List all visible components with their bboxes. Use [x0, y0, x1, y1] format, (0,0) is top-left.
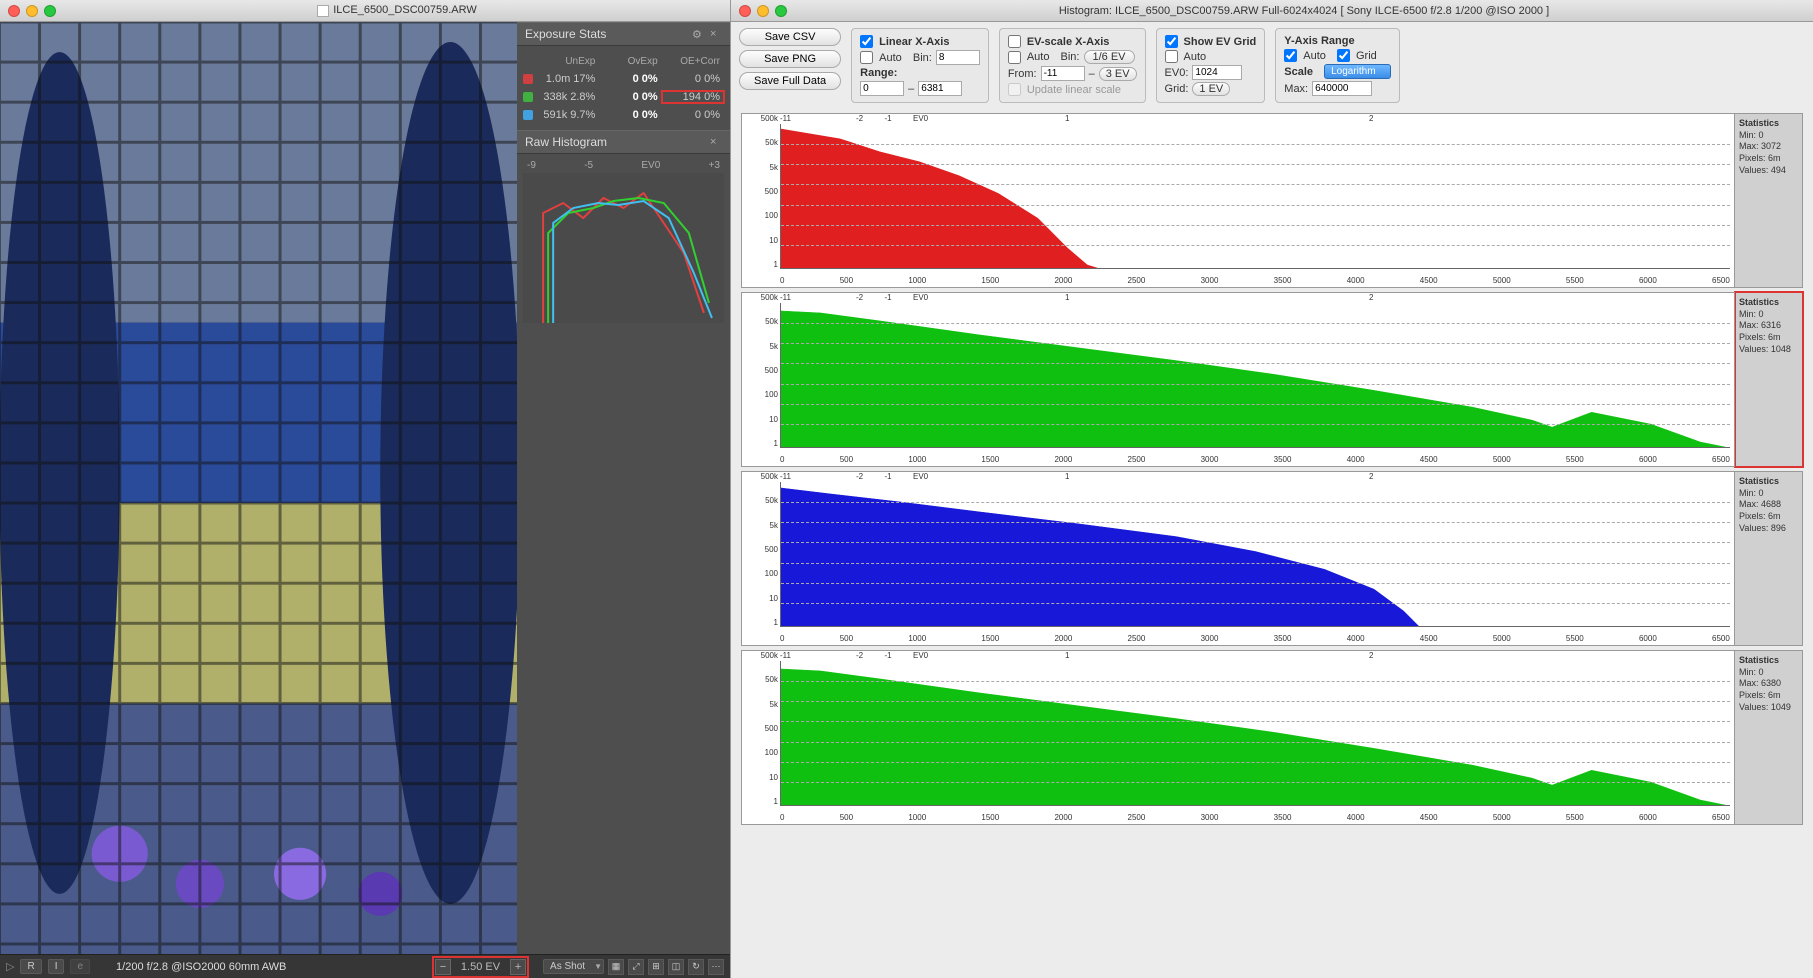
channel-swatch: [523, 110, 533, 120]
histogram-plot[interactable]: 500k50k5k500100101-11-2-1EV0120500100015…: [741, 113, 1735, 288]
window-title: Histogram: ILCE_6500_DSC00759.ARW Full-6…: [795, 5, 1813, 17]
channel-stats: StatisticsMin: 0Max: 4688Pixels: 6mValue…: [1735, 471, 1803, 646]
gear-icon[interactable]: ⚙: [692, 28, 704, 40]
channel-swatch: [523, 92, 533, 102]
expand-icon[interactable]: ⤢: [628, 959, 644, 975]
y-auto-checkbox[interactable]: [1284, 49, 1297, 62]
image-preview[interactable]: [0, 22, 517, 954]
zoom-icon[interactable]: [44, 5, 56, 17]
window-title: ILCE_6500_DSC00759.ARW: [333, 4, 477, 16]
linear-xaxis-group: Linear X-Axis Auto Bin: Range: –: [851, 28, 989, 103]
close-icon[interactable]: ×: [710, 136, 722, 148]
exposure-stats-header[interactable]: Exposure Stats ⚙ ×: [517, 22, 730, 46]
window-controls: [0, 1, 64, 21]
raw-viewer-window: ILCE_6500_DSC00759.ARW Exposure Stats: [0, 0, 730, 978]
stats-row: 591k 9.7%0 0%0 0%: [523, 106, 724, 124]
evscale-auto-checkbox[interactable]: [1008, 51, 1021, 64]
zoom-icon[interactable]: [775, 5, 787, 17]
ev-minus-button[interactable]: −: [435, 959, 451, 975]
save-csv-button[interactable]: Save CSV: [739, 28, 841, 46]
evscale-checkbox[interactable]: [1008, 35, 1021, 48]
ev-value: 1.50 EV: [453, 961, 508, 973]
linear-auto-checkbox[interactable]: [860, 51, 873, 64]
ev-plus-button[interactable]: +: [510, 959, 526, 975]
r-button[interactable]: R: [20, 959, 41, 974]
y-max-input[interactable]: [1312, 81, 1372, 96]
close-icon[interactable]: ×: [710, 28, 722, 40]
exposure-stats-table: UnExp OvExp OE+Corr 1.0m 17%0 0%0 0%338k…: [517, 46, 730, 130]
histogram-row: 500k50k5k500100101-11-2-1EV0120500100015…: [741, 113, 1803, 288]
rotate-icon[interactable]: ↻: [688, 959, 704, 975]
ev-adjust: − 1.50 EV +: [434, 958, 527, 976]
ev-grid-group: Show EV Grid Auto EV0: Grid: 1 EV: [1156, 28, 1266, 103]
chevron-down-icon[interactable]: ▼: [594, 962, 602, 971]
scale-select[interactable]: Logarithm: [1324, 64, 1390, 79]
channel-stats: StatisticsMin: 0Max: 6316Pixels: 6mValue…: [1735, 292, 1803, 467]
minimize-icon[interactable]: [757, 5, 769, 17]
save-full-button[interactable]: Save Full Data: [739, 72, 841, 90]
controls-row: Save CSV Save PNG Save Full Data Linear …: [731, 22, 1813, 109]
y-grid-checkbox[interactable]: [1337, 49, 1350, 62]
ev-from-input[interactable]: [1041, 66, 1085, 81]
show-evgrid-checkbox[interactable]: [1165, 35, 1178, 48]
raw-histogram: -9-5EV0+3: [517, 154, 730, 329]
channel-swatch: [523, 74, 533, 84]
e-button[interactable]: e: [70, 959, 90, 974]
ev-bin-stepper[interactable]: 1/6 EV: [1084, 50, 1135, 64]
range-from-input[interactable]: [860, 81, 904, 96]
histogram-row: 500k50k5k500100101-11-2-1EV0120500100015…: [741, 292, 1803, 467]
save-png-button[interactable]: Save PNG: [739, 50, 841, 68]
exif-text: 1/200 f/2.8 @ISO2000 60mm AWB: [116, 961, 286, 973]
more-icon[interactable]: ⋯: [708, 959, 724, 975]
channel-stats: StatisticsMin: 0Max: 3072Pixels: 6mValue…: [1735, 113, 1803, 288]
grid-icon[interactable]: ▦: [608, 959, 624, 975]
histogram-plot[interactable]: 500k50k5k500100101-11-2-1EV0120500100015…: [741, 650, 1735, 825]
status-bar: ▷ R I e 1/200 f/2.8 @ISO2000 60mm AWB − …: [0, 954, 730, 978]
titlebar[interactable]: ILCE_6500_DSC00759.ARW: [0, 0, 730, 22]
stats-row: 338k 2.8%0 0%194 0%: [523, 88, 724, 106]
fit-icon[interactable]: ⊞: [648, 959, 664, 975]
ev-to-stepper[interactable]: 3 EV: [1099, 67, 1137, 81]
window-controls: [731, 1, 795, 21]
document-icon: [317, 5, 329, 17]
caret-icon[interactable]: ▷: [6, 960, 14, 973]
channel-stats: StatisticsMin: 0Max: 6380Pixels: 6mValue…: [1735, 650, 1803, 825]
histogram-plot[interactable]: 500k50k5k500100101-11-2-1EV0120500100015…: [741, 292, 1735, 467]
ev0-input[interactable]: [1192, 65, 1242, 80]
linear-bin-input[interactable]: [936, 50, 980, 65]
crop-icon[interactable]: ◫: [668, 959, 684, 975]
minimize-icon[interactable]: [26, 5, 38, 17]
y-axis-group: Y-Axis Range Auto Grid Scale Logarithm M…: [1275, 28, 1399, 103]
stats-row: 1.0m 17%0 0%0 0%: [523, 70, 724, 88]
raw-histogram-header[interactable]: Raw Histogram ×: [517, 130, 730, 154]
close-icon[interactable]: [739, 5, 751, 17]
histogram-window: Histogram: ILCE_6500_DSC00759.ARW Full-6…: [730, 0, 1813, 978]
i-button[interactable]: I: [48, 959, 65, 974]
evscale-xaxis-group: EV-scale X-Axis Auto Bin: 1/6 EV From: –…: [999, 28, 1146, 103]
titlebar[interactable]: Histogram: ILCE_6500_DSC00759.ARW Full-6…: [731, 0, 1813, 22]
close-icon[interactable]: [8, 5, 20, 17]
histogram-row: 500k50k5k500100101-11-2-1EV0120500100015…: [741, 650, 1803, 825]
grid-stepper[interactable]: 1 EV: [1192, 82, 1230, 96]
update-linear-checkbox: [1008, 83, 1021, 96]
linear-xaxis-checkbox[interactable]: [860, 35, 873, 48]
evgrid-auto-checkbox[interactable]: [1165, 50, 1178, 63]
range-to-input[interactable]: [918, 81, 962, 96]
histogram-plot[interactable]: 500k50k5k500100101-11-2-1EV0120500100015…: [741, 471, 1735, 646]
histogram-row: 500k50k5k500100101-11-2-1EV0120500100015…: [741, 471, 1803, 646]
